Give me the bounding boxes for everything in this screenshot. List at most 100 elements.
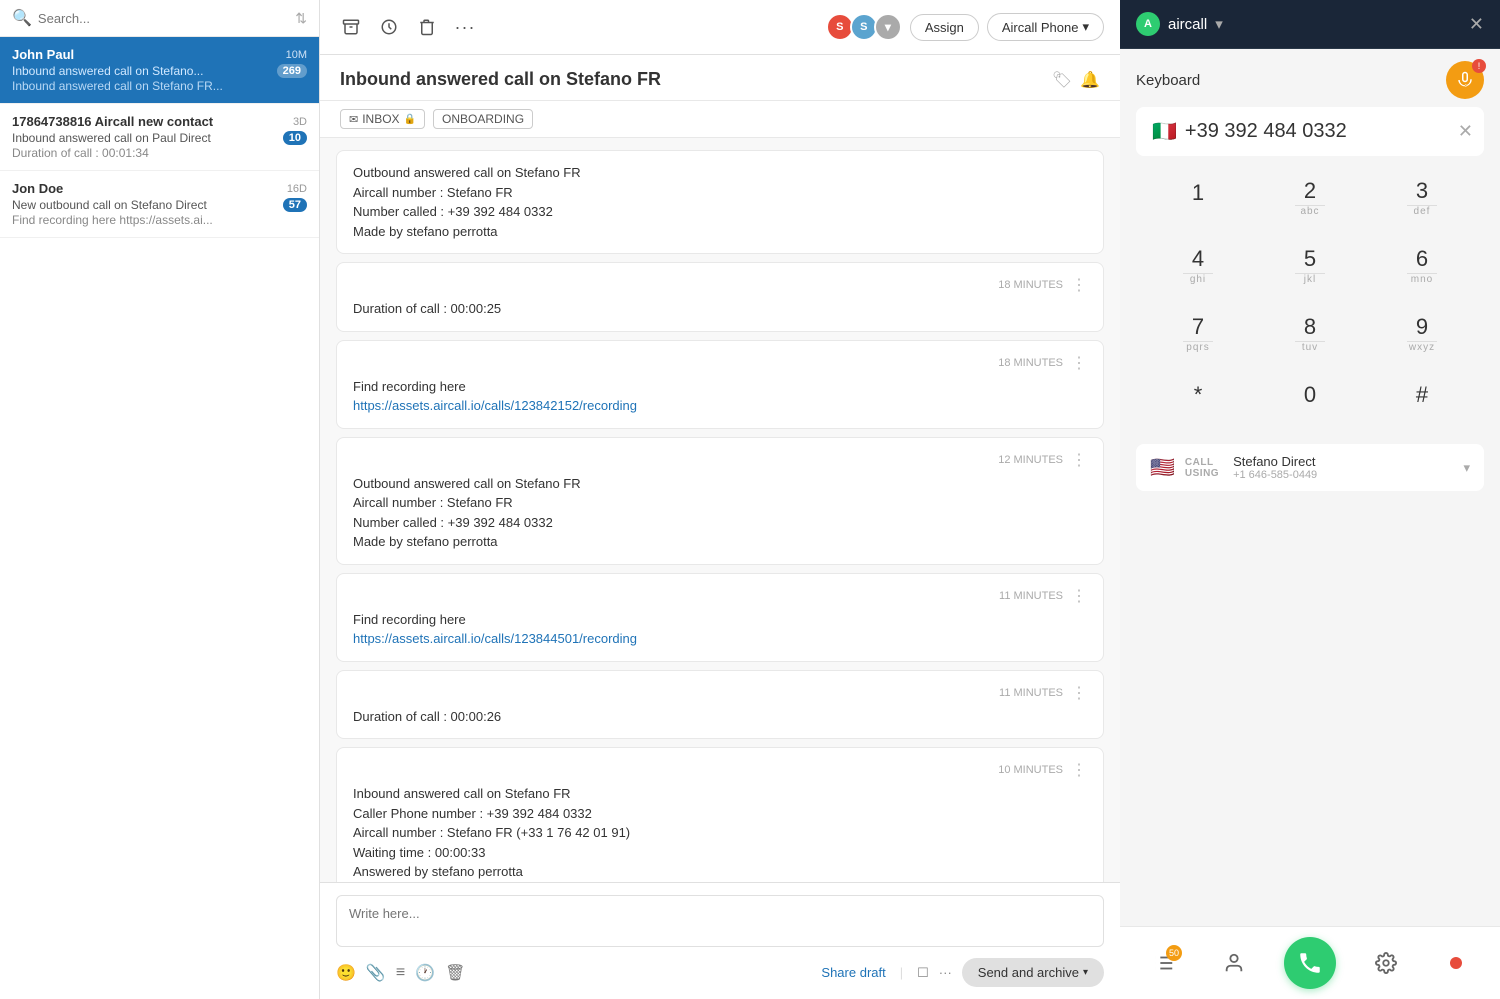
call-button[interactable] — [1284, 937, 1336, 989]
list-item[interactable]: 17864738816 Aircall new contact 3D Inbou… — [0, 104, 319, 171]
list-item[interactable]: Jon Doe 16D New outbound call on Stefano… — [0, 171, 319, 238]
message-line: Caller Phone number : +39 392 484 0332 — [353, 804, 1087, 824]
key-button[interactable]: 1 — [1144, 168, 1252, 232]
item-time: 16D — [287, 183, 307, 195]
trash-icon[interactable] — [412, 12, 442, 42]
search-input[interactable] — [38, 11, 295, 26]
record-dot — [1450, 957, 1462, 969]
unread-badge: 10 — [283, 131, 307, 145]
send-archive-button[interactable]: Send and archive ▾ — [962, 958, 1104, 987]
top-toolbar: ··· S S ▾ Assign Aircall Phone ▾ — [320, 0, 1120, 55]
clear-icon[interactable]: ✕ — [1458, 121, 1473, 142]
main-panel: ··· S S ▾ Assign Aircall Phone ▾ Inbound… — [320, 0, 1120, 999]
key-button[interactable]: 0 — [1256, 372, 1364, 432]
message-line: Made by stefano perrotta — [353, 222, 1087, 242]
message-menu-icon[interactable]: ⋮ — [1071, 353, 1087, 373]
recording-link[interactable]: https://assets.aircall.io/calls/12384215… — [353, 398, 637, 413]
key-button[interactable]: 7 pqrs — [1144, 304, 1252, 368]
attachment-icon[interactable]: 📎 — [366, 963, 386, 983]
call-using-area: 🇺🇸 CALLUSING Stefano Direct +1 646-585-0… — [1136, 444, 1484, 491]
contact-name: 17864738816 Aircall new contact — [12, 114, 213, 129]
messages-area: Outbound answered call on Stefano FR Air… — [320, 138, 1120, 882]
archive-icon[interactable] — [336, 12, 366, 42]
reply-textarea[interactable] — [336, 895, 1104, 947]
bell-icon[interactable]: 🔔 — [1080, 70, 1100, 90]
key-button[interactable]: 8tuv — [1256, 304, 1364, 368]
message-line: Find recording here — [353, 610, 1087, 630]
message-line: Number called : +39 392 484 0332 — [353, 202, 1087, 222]
emoji-icon[interactable]: 🙂 — [336, 963, 356, 983]
aircall-body: Keyboard ! 🇮🇹 ✕ 12abc3def4ghi5jkl6mno7pq… — [1120, 49, 1500, 926]
key-main: 5 — [1304, 248, 1316, 270]
footer-badge: 50 — [1166, 945, 1182, 961]
message-card: Outbound answered call on Stefano FR Air… — [336, 150, 1104, 254]
message-menu-icon[interactable]: ⋮ — [1071, 275, 1087, 295]
key-button[interactable]: # — [1368, 372, 1476, 432]
divider: | — [900, 965, 903, 980]
assign-button[interactable]: Assign — [910, 14, 979, 41]
settings-icon-button[interactable] — [1366, 943, 1406, 983]
mic-button[interactable]: ! — [1446, 61, 1484, 99]
message-card: 12 MINUTES ⋮ Outbound answered call on S… — [336, 437, 1104, 565]
key-button[interactable]: 3 def — [1368, 168, 1476, 232]
key-sub: pqrs — [1186, 342, 1209, 356]
checklist-icon[interactable]: ≡ — [396, 964, 405, 982]
message-menu-icon[interactable]: ⋮ — [1071, 586, 1087, 606]
close-icon[interactable]: ✕ — [1469, 14, 1484, 35]
send-archive-chevron-icon: ▾ — [1083, 967, 1088, 978]
item-preview: Inbound answered call on Stefano FR... — [12, 79, 223, 93]
message-line: Made by stefano perrotta — [353, 532, 1087, 552]
key-sub: def — [1414, 206, 1431, 220]
delete-icon[interactable]: 🗑 — [445, 963, 465, 983]
recording-link[interactable]: https://assets.aircall.io/calls/12384450… — [353, 631, 637, 646]
key-button[interactable]: * — [1144, 372, 1252, 432]
aircall-chevron-icon: ▾ — [1082, 19, 1089, 35]
key-button[interactable]: 2abc — [1256, 168, 1364, 232]
message-line: Aircall number : Stefano FR — [353, 183, 1087, 203]
message-text: Find recording here https://assets.airca… — [353, 610, 1087, 649]
key-main: * — [1194, 384, 1203, 406]
key-main: 3 — [1416, 180, 1428, 202]
aircall-chevron-icon[interactable]: ▾ — [1215, 15, 1223, 33]
key-button[interactable]: 6mno — [1368, 236, 1476, 300]
checkbox-icon[interactable]: ☐ — [917, 965, 929, 981]
key-button[interactable]: 5jkl — [1256, 236, 1364, 300]
key-main: 7 — [1192, 316, 1204, 338]
tag-icon[interactable]: 🏷 — [1052, 70, 1072, 90]
item-preview: Find recording here https://assets.ai... — [12, 213, 213, 227]
clock-icon[interactable]: 🕐 — [415, 963, 435, 983]
key-button[interactable]: 4ghi — [1144, 236, 1252, 300]
more-options-icon[interactable]: ··· — [939, 965, 952, 980]
contact-name: Jon Doe — [12, 181, 63, 196]
message-menu-icon[interactable]: ⋮ — [1071, 683, 1087, 703]
message-menu-icon[interactable]: ⋮ — [1071, 450, 1087, 470]
list-item[interactable]: John Paul 10M Inbound answered call on S… — [0, 37, 319, 104]
contacts-icon-button[interactable] — [1214, 943, 1254, 983]
onboarding-label: ONBOARDING — [442, 112, 524, 126]
message-line: Answered by stefano perrotta — [353, 862, 1087, 882]
message-line: Inbound answered call on Stefano FR — [353, 784, 1087, 804]
avatar-dropdown[interactable]: ▾ — [874, 13, 902, 41]
aircall-phone-button[interactable]: Aircall Phone ▾ — [987, 13, 1104, 41]
call-using-number: +1 646-585-0449 — [1233, 469, 1317, 481]
conversations-icon-button[interactable]: 50 — [1144, 943, 1184, 983]
more-icon[interactable]: ··· — [450, 12, 480, 42]
message-time: 10 MINUTES — [998, 764, 1063, 776]
avatar-group: S S ▾ — [830, 13, 902, 41]
share-draft-button[interactable]: Share draft — [821, 965, 885, 980]
conversation-title: Inbound answered call on Stefano FR — [340, 69, 661, 90]
key-main: 9 — [1416, 316, 1428, 338]
message-menu-icon[interactable]: ⋮ — [1071, 760, 1087, 780]
unread-badge: 269 — [277, 64, 307, 78]
call-using-chevron-icon[interactable]: ▾ — [1463, 460, 1470, 476]
message-text: Find recording here https://assets.airca… — [353, 377, 1087, 416]
message-line: Waiting time : 00:00:33 — [353, 843, 1087, 863]
key-button[interactable]: 9wxyz — [1368, 304, 1476, 368]
flag-icon: 🇮🇹 — [1152, 119, 1177, 144]
sort-icon[interactable]: ⇅ — [295, 10, 307, 27]
aircall-phone-label: Aircall Phone — [1002, 20, 1079, 35]
aircall-footer: 50 — [1120, 926, 1500, 999]
phone-number-input[interactable] — [1185, 120, 1450, 143]
clock-icon[interactable] — [374, 12, 404, 42]
search-icon: 🔍 — [12, 8, 32, 28]
